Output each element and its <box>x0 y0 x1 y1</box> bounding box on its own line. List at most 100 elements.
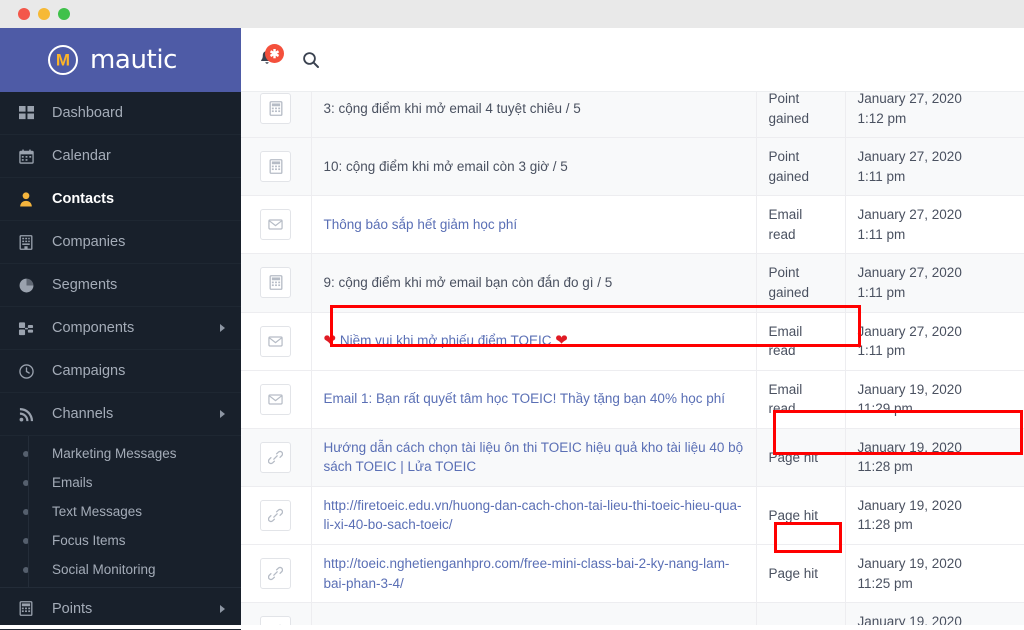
sidebar-item-contacts[interactable]: Contacts <box>0 178 241 221</box>
calendar-icon <box>0 149 52 164</box>
event-date-cell: January 19, 2020 11:28 pm <box>845 486 1024 546</box>
table-row[interactable]: 9: cộng điểm khi mở email bạn còn đắn đo… <box>241 253 1024 313</box>
sidebar-item-channels[interactable]: Channels <box>0 393 241 436</box>
event-time: 1:11 pm <box>857 168 906 184</box>
calculator-icon <box>260 267 292 299</box>
notifications-button[interactable]: ✱ <box>257 44 285 76</box>
event-icon-cell <box>241 544 312 604</box>
event-date: January 27, 2020 <box>857 323 962 339</box>
bullet-icon <box>0 450 52 457</box>
event-name-link[interactable]: Email 1: Bạn rất quyết tâm học TOEIC! Th… <box>324 391 725 406</box>
sidebar-item-label: Components <box>52 320 135 336</box>
event-date: January 19, 2020 <box>857 497 962 513</box>
sidebar-item-text-messages[interactable]: Text Messages <box>0 497 241 526</box>
event-date-cell: January 27, 2020 1:11 pm <box>845 195 1024 255</box>
bullet-icon <box>0 479 52 486</box>
table-row[interactable]: ❤ Niềm vui khi mở phiếu điểm TOEIC ❤ Emai… <box>241 312 1024 371</box>
event-icon-cell <box>241 312 312 371</box>
sidebar-subitem-label: Text Messages <box>52 504 143 519</box>
top-bar: ✱ <box>241 28 1024 92</box>
sidebar-item-emails[interactable]: Emails <box>0 468 241 497</box>
event-date: January 27, 2020 <box>857 207 962 223</box>
sidebar-item-dashboard[interactable]: Dashboard <box>0 92 241 135</box>
event-icon-cell <box>241 92 312 139</box>
sidebar-subitem-label: Social Monitoring <box>52 562 156 577</box>
event-name-link[interactable]: Hướng dẫn cách chọn tài liệu ôn thi TOEI… <box>324 440 744 475</box>
event-date-cell: January 27, 2020 1:11 pm <box>845 253 1024 313</box>
event-name-link[interactable]: http://firetoeic.edu.vn/huong-dan-cach-c… <box>324 498 742 533</box>
event-time: 1:11 pm <box>857 343 906 359</box>
event-date: January 19, 2020 <box>857 381 962 397</box>
event-table: 3: cộng điểm khi mở email 4 tuyệt chiêu … <box>241 92 1024 625</box>
event-date: January 19, 2020 <box>857 439 962 455</box>
event-name-text: 3: cộng điểm khi mở email 4 tuyệt chiêu … <box>323 100 581 116</box>
event-date-cell: January 27, 2020 1:11 pm <box>845 137 1024 197</box>
sidebar-item-label: Contacts <box>52 191 115 207</box>
sidebar-item-label: Dashboard <box>52 105 123 121</box>
sidebar-item-label: Calendar <box>52 148 111 164</box>
event-icon-cell <box>241 428 312 487</box>
chevron-right-icon <box>220 324 225 332</box>
clock-icon <box>0 363 52 379</box>
link-icon <box>260 616 292 625</box>
sidebar-item-label: Companies <box>52 234 126 250</box>
maximize-window-button[interactable] <box>58 8 70 20</box>
mautic-circle-m-logo: M <box>48 45 78 75</box>
brand-logo[interactable]: M mautic <box>0 28 241 92</box>
table-row[interactable]: 10: cộng điểm khi mở email còn 3 giờ / 5… <box>241 137 1024 197</box>
event-name-cell: 3: cộng điểm khi mở email 4 tuyệt chiêu … <box>311 92 757 139</box>
table-row[interactable]: 3: cộng điểm khi mở email 4 tuyệt chiêu … <box>241 92 1024 139</box>
sidebar-item-segments[interactable]: Segments <box>0 264 241 307</box>
search-button[interactable] <box>301 50 321 75</box>
event-name-link[interactable]: http://toeic.nghetienganhpro.com/free-mi… <box>324 556 730 591</box>
event-name-inner: Niềm vui khi mở phiếu điểm TOEIC <box>339 333 552 349</box>
sidebar-item-label: Channels <box>52 406 114 422</box>
minimize-window-button[interactable] <box>38 8 50 20</box>
sidebar-item-social-monitoring[interactable]: Social Monitoring <box>0 555 241 584</box>
table-row[interactable]: Chương trình GET YOUR TOEIC 750 | Lửa TO… <box>241 602 1024 625</box>
event-type-cell: Email read <box>756 195 846 255</box>
sidebar-item-components[interactable]: Components <box>0 307 241 350</box>
sidebar-item-companies[interactable]: Companies <box>0 221 241 264</box>
event-time: 11:28 pm <box>857 517 913 533</box>
sidebar-item-campaigns[interactable]: Campaigns <box>0 350 241 393</box>
chevron-right-icon <box>220 604 225 613</box>
event-type-cell: Page hit <box>756 602 846 625</box>
event-type-cell: Email read <box>756 370 846 429</box>
sidebar-item-calendar[interactable]: Calendar <box>0 135 241 178</box>
envelope-icon <box>260 209 292 241</box>
sidebar-item-points[interactable]: Points <box>0 587 241 630</box>
event-time: 11:28 pm <box>857 459 913 475</box>
logo-letter: M <box>55 50 71 70</box>
event-name-link[interactable]: ❤ Niềm vui khi mở phiếu điểm TOEIC ❤ <box>323 332 568 350</box>
brand-name: mautic <box>90 45 178 75</box>
event-date: January 27, 2020 <box>857 92 962 106</box>
table-row[interactable]: http://firetoeic.edu.vn/huong-dan-cach-c… <box>241 486 1024 546</box>
puzzle-icon <box>0 321 52 336</box>
traffic-lights <box>18 8 70 20</box>
bullet-icon <box>0 566 52 573</box>
table-row[interactable]: http://toeic.nghetienganhpro.com/free-mi… <box>241 544 1024 604</box>
search-icon <box>303 52 319 68</box>
close-window-button[interactable] <box>18 8 30 20</box>
table-row[interactable]: Thông báo sắp hết giảm học phí Email read… <box>241 195 1024 255</box>
event-time: 1:11 pm <box>857 226 906 242</box>
event-date-cell: January 19, 2020 11:25 pm <box>845 544 1024 604</box>
event-name-text: 9: cộng điểm khi mở email bạn còn đắn đo… <box>323 275 613 291</box>
event-type-cell: Email read <box>756 312 846 371</box>
table-row[interactable]: Email 1: Bạn rất quyết tâm học TOEIC! Th… <box>241 370 1024 429</box>
sidebar-item-focus-items[interactable]: Focus Items <box>0 526 241 555</box>
sidebar-item-marketing-messages[interactable]: Marketing Messages <box>0 439 241 468</box>
bullet-icon <box>0 508 52 515</box>
table-row[interactable]: Hướng dẫn cách chọn tài liệu ôn thi TOEI… <box>241 428 1024 487</box>
event-icon-cell <box>241 370 312 429</box>
event-name-link[interactable]: Thông báo sắp hết giảm học phí <box>324 217 518 232</box>
event-time: 11:29 pm <box>857 401 913 417</box>
event-timeline-panel: 3: cộng điểm khi mở email 4 tuyệt chiêu … <box>241 92 1024 625</box>
event-type-cell: Point gained <box>756 137 846 197</box>
sidebar-subgroup-channels: Marketing Messages Emails Text Messages Foc… <box>0 436 241 587</box>
dashboard-grid-icon <box>0 105 52 121</box>
event-type-cell: Point gained <box>756 253 846 313</box>
event-icon-cell <box>241 253 312 313</box>
heart-icon: ❤ <box>323 332 337 350</box>
